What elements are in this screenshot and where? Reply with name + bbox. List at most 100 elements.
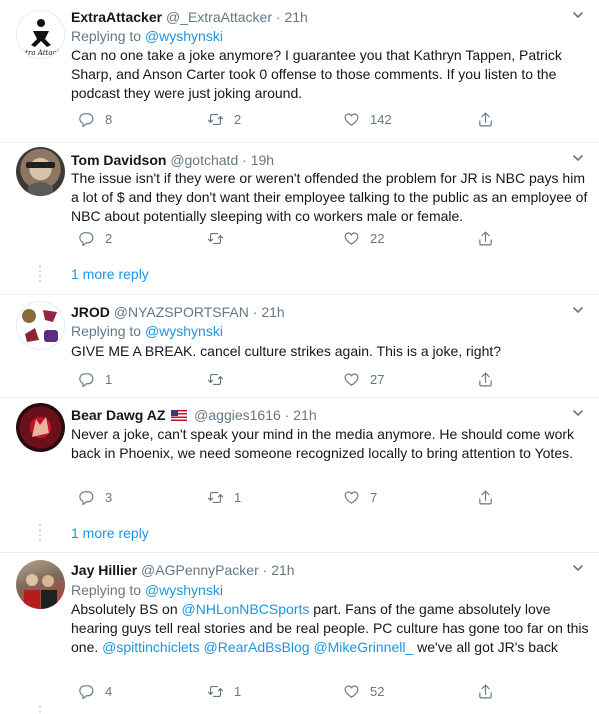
caret-down-icon[interactable]: [571, 561, 585, 575]
svg-text:xtra Attack: xtra Attack: [21, 49, 60, 57]
share-button[interactable]: [477, 109, 494, 129]
like-button[interactable]: 22: [343, 228, 384, 248]
share-button[interactable]: [477, 369, 494, 389]
reply-icon: [79, 231, 94, 246]
reply-button[interactable]: 8: [78, 109, 112, 129]
like-icon: [344, 491, 359, 504]
avatar[interactable]: [16, 560, 65, 609]
caret-down-icon[interactable]: [571, 151, 585, 165]
separator-dot: ·: [242, 152, 247, 168]
separator-dot: ·: [284, 407, 290, 423]
tweet-extraattacker[interactable]: xtra Attack ExtraAttacker @_ExtraAttacke…: [0, 0, 599, 143]
tweet-text: Absolutely BS on @NHLonNBCSports part. F…: [71, 601, 589, 655]
retweet-button[interactable]: 1: [207, 487, 241, 507]
share-button[interactable]: [477, 487, 494, 507]
tweet-time[interactable]: 21h: [271, 562, 294, 578]
extraattacker-logo-icon: xtra Attack: [21, 19, 61, 57]
tweet-time[interactable]: 21h: [284, 9, 307, 25]
caret-down-icon[interactable]: [571, 406, 585, 420]
thread-connector: [39, 265, 41, 285]
avatar-photo-icon: [26, 162, 55, 196]
like-count: 52: [370, 683, 385, 699]
share-icon: [479, 231, 492, 245]
caret-down-icon[interactable]: [571, 303, 585, 317]
user-handle[interactable]: @_ExtraAttacker: [166, 9, 272, 25]
thread-connector: [39, 524, 41, 544]
reply-button[interactable]: 2: [78, 228, 112, 248]
reply-icon: [79, 372, 94, 387]
user-handle[interactable]: @aggies1616: [194, 407, 281, 423]
retweet-icon: [207, 685, 224, 697]
tweet-jay-hillier[interactable]: Jay Hillier @AGPennyPacker · 21h Replyin…: [0, 553, 599, 714]
like-icon: [344, 113, 359, 126]
replying-to: Replying to @wyshynski: [71, 323, 223, 339]
avatar[interactable]: [16, 301, 65, 350]
user-handle[interactable]: @AGPennyPacker: [141, 562, 259, 578]
caret-down-icon[interactable]: [571, 8, 585, 22]
more-replies-link[interactable]: 1 more reply: [71, 264, 149, 284]
user-name[interactable]: Bear Dawg AZ: [71, 407, 165, 423]
share-icon: [479, 112, 492, 126]
share-icon: [479, 490, 492, 504]
replying-to: Replying to @wyshynski: [71, 28, 223, 44]
mention-link[interactable]: @spittinchiclets: [102, 639, 199, 655]
retweet-count: 1: [234, 489, 242, 505]
avatar[interactable]: xtra Attack: [16, 10, 65, 59]
retweet-icon: [207, 113, 224, 125]
avatar-photo-icon: [24, 574, 57, 609]
reply-count: 4: [105, 683, 113, 699]
retweet-icon: [207, 373, 224, 385]
retweet-button[interactable]: 1: [207, 681, 241, 701]
reply-icon: [79, 684, 94, 699]
tweet-actions: 2 22: [71, 228, 501, 248]
user-name[interactable]: Tom Davidson: [71, 152, 166, 168]
avatar[interactable]: [16, 147, 65, 196]
like-count: 27: [370, 371, 385, 387]
like-button[interactable]: 7: [343, 487, 377, 507]
like-button[interactable]: 52: [343, 681, 384, 701]
replying-to-link[interactable]: @wyshynski: [145, 28, 223, 44]
reply-icon: [79, 112, 94, 127]
tweet-text: GIVE ME A BREAK. cancel culture strikes …: [71, 343, 502, 359]
tweet-actions: 1 27: [71, 369, 501, 389]
reply-icon: [79, 490, 94, 505]
more-replies-link[interactable]: 1 more reply: [71, 523, 149, 543]
reply-button[interactable]: 1: [78, 369, 112, 389]
tweet-time[interactable]: 21h: [261, 304, 284, 320]
user-name[interactable]: Jay Hillier: [71, 562, 137, 578]
tweet-time[interactable]: 21h: [293, 407, 316, 423]
replying-to-link[interactable]: @wyshynski: [145, 582, 223, 598]
mention-link[interactable]: @RearAdBsBlog: [204, 639, 310, 655]
retweet-count: 2: [234, 111, 242, 127]
retweet-button[interactable]: 2: [207, 109, 241, 129]
reply-count: 2: [105, 230, 113, 246]
user-name[interactable]: ExtraAttacker: [71, 9, 162, 25]
mention-link[interactable]: @NHLonNBCSports: [182, 601, 310, 617]
tweet-header: ExtraAttacker @_ExtraAttacker · 21h: [71, 7, 308, 27]
like-icon: [344, 232, 359, 245]
like-button[interactable]: 142: [343, 109, 392, 129]
like-count: 22: [370, 230, 385, 246]
mention-link[interactable]: @MikeGrinnell_: [313, 639, 413, 655]
like-button[interactable]: 27: [343, 369, 384, 389]
tweet-actions: 8 2 142: [71, 109, 501, 129]
tweet-actions: 4 1 52: [71, 681, 501, 701]
share-button[interactable]: [477, 228, 494, 248]
user-handle[interactable]: @NYAZSPORTSFAN: [114, 304, 249, 320]
retweet-count: 1: [234, 683, 242, 699]
share-icon: [479, 684, 492, 698]
avatar[interactable]: [16, 403, 65, 452]
retweet-button[interactable]: [207, 369, 234, 389]
user-handle[interactable]: @gotchatd: [170, 152, 238, 168]
tweet-text: Never a joke, can't speak your mind in t…: [71, 426, 575, 461]
replying-to-link[interactable]: @wyshynski: [145, 323, 223, 339]
retweet-button[interactable]: [207, 228, 234, 248]
tweet-time[interactable]: 19h: [251, 152, 274, 168]
reply-count: 8: [105, 111, 113, 127]
reply-button[interactable]: 3: [78, 487, 112, 507]
user-name[interactable]: JROD: [71, 304, 110, 320]
share-button[interactable]: [477, 681, 494, 701]
reply-button[interactable]: 4: [78, 681, 112, 701]
coyote-logo-icon: [32, 417, 49, 437]
tweet-jrod[interactable]: JROD @NYAZSPORTSFAN · 21h Replying to @w…: [0, 295, 599, 398]
